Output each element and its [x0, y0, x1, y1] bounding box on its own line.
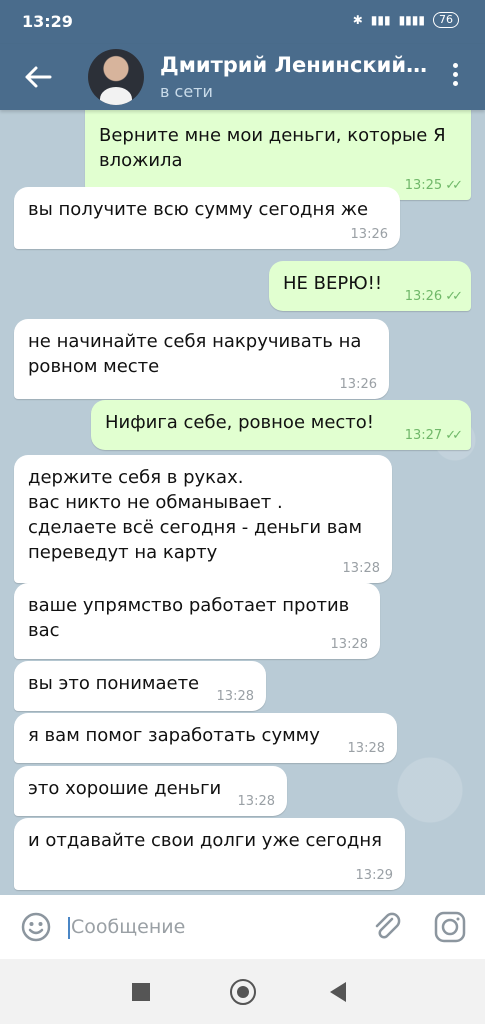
camera-icon — [434, 911, 466, 943]
message-time: 13:27 ✓✓ — [404, 428, 463, 443]
message-bubble[interactable]: это хорошие деньги 13:28 — [14, 766, 287, 816]
message-bubble[interactable]: Нифига себе, ровное место! 13:27 ✓✓ — [91, 400, 471, 450]
status-bar: 13:29 ✱ ▮▮▮ ▮▮▮▮ 76 — [0, 0, 485, 44]
message-bubble[interactable]: не начинайте себя накручивать на ровном … — [14, 319, 389, 399]
message-text: я вам помог заработать сумму — [28, 725, 320, 746]
signal-icon: ▮▮▮ — [370, 13, 391, 27]
message-bubble[interactable]: НЕ ВЕРЮ!! 13:26 ✓✓ — [269, 261, 471, 311]
message-bubble[interactable]: вы получите всю сумму сегодня же 13:26 — [14, 187, 400, 249]
home-circle-icon[interactable] — [230, 979, 256, 1005]
message-time: 13:29 — [355, 868, 393, 883]
message-bubble[interactable]: и отдавайте свои долги уже сегодня 13:29 — [14, 818, 405, 890]
battery-indicator: 76 — [433, 12, 459, 28]
contact-status: в сети — [160, 82, 213, 101]
emoji-icon — [21, 912, 51, 942]
message-time: 13:28 — [237, 794, 275, 809]
system-navigation-bar — [0, 959, 485, 1024]
message-text: ваше упрямство работает против вас — [28, 595, 350, 641]
status-time: 13:29 — [22, 12, 73, 31]
message-time: 13:26 ✓✓ — [404, 289, 463, 304]
arrow-back-icon — [25, 66, 52, 88]
message-time: 13:28 — [330, 637, 368, 652]
message-input-placeholder: Сообщение — [71, 916, 186, 938]
message-text: вы получите всю сумму сегодня же — [28, 199, 369, 220]
camera-button[interactable] — [432, 909, 468, 945]
message-text: Нифига себе, ровное место! — [105, 412, 375, 433]
message-text: не начинайте себя накручивать на ровном … — [28, 331, 362, 377]
message-text: держите себя в руках. вас никто не обман… — [28, 467, 363, 563]
read-ticks-icon: ✓✓ — [445, 289, 463, 304]
read-ticks-icon: ✓✓ — [445, 178, 463, 193]
bluetooth-icon: ✱ — [352, 13, 363, 27]
message-text: Верните мне мои деньги, которые Я вложил… — [99, 125, 446, 171]
back-button[interactable] — [20, 62, 56, 92]
status-icons: ✱ ▮▮▮ ▮▮▮▮ 76 — [353, 12, 459, 28]
message-bubble[interactable]: вы это понимаете 13:28 — [14, 661, 266, 711]
message-text: это хорошие деньги — [28, 778, 222, 799]
message-input[interactable]: Сообщение — [68, 911, 298, 943]
message-list[interactable]: Верните мне мои деньги, которые Я вложил… — [0, 110, 485, 895]
message-text: и отдавайте свои долги уже сегодня — [28, 830, 382, 851]
contact-name[interactable]: Дмитрий Ленинский… — [160, 53, 427, 77]
message-composer: Сообщение — [0, 895, 485, 959]
message-bubble[interactable]: ваше упрямство работает против вас 13:28 — [14, 583, 380, 659]
more-vert-icon — [452, 63, 458, 68]
message-time: 13:26 — [350, 227, 388, 242]
message-bubble[interactable]: я вам помог заработать сумму 13:28 — [14, 713, 397, 763]
message-time: 13:26 — [339, 377, 377, 392]
paperclip-icon — [375, 912, 401, 939]
attach-button[interactable] — [370, 910, 404, 944]
more-options-button[interactable] — [447, 63, 463, 91]
contact-avatar[interactable] — [88, 49, 144, 105]
4g-signal-icon: ▮▮▮▮ — [398, 13, 425, 27]
message-time: 13:28 — [342, 561, 380, 576]
message-bubble[interactable]: держите себя в руках. вас никто не обман… — [14, 455, 392, 583]
message-time: 13:28 — [216, 689, 254, 704]
chat-header: Дмитрий Ленинский… в сети — [0, 44, 485, 110]
message-time: 13:28 — [347, 741, 385, 756]
emoji-button[interactable] — [20, 911, 52, 943]
recents-square-icon[interactable] — [132, 983, 150, 1001]
read-ticks-icon: ✓✓ — [445, 428, 463, 443]
message-time: 13:25 ✓✓ — [404, 178, 463, 193]
back-triangle-icon[interactable] — [330, 982, 346, 1002]
